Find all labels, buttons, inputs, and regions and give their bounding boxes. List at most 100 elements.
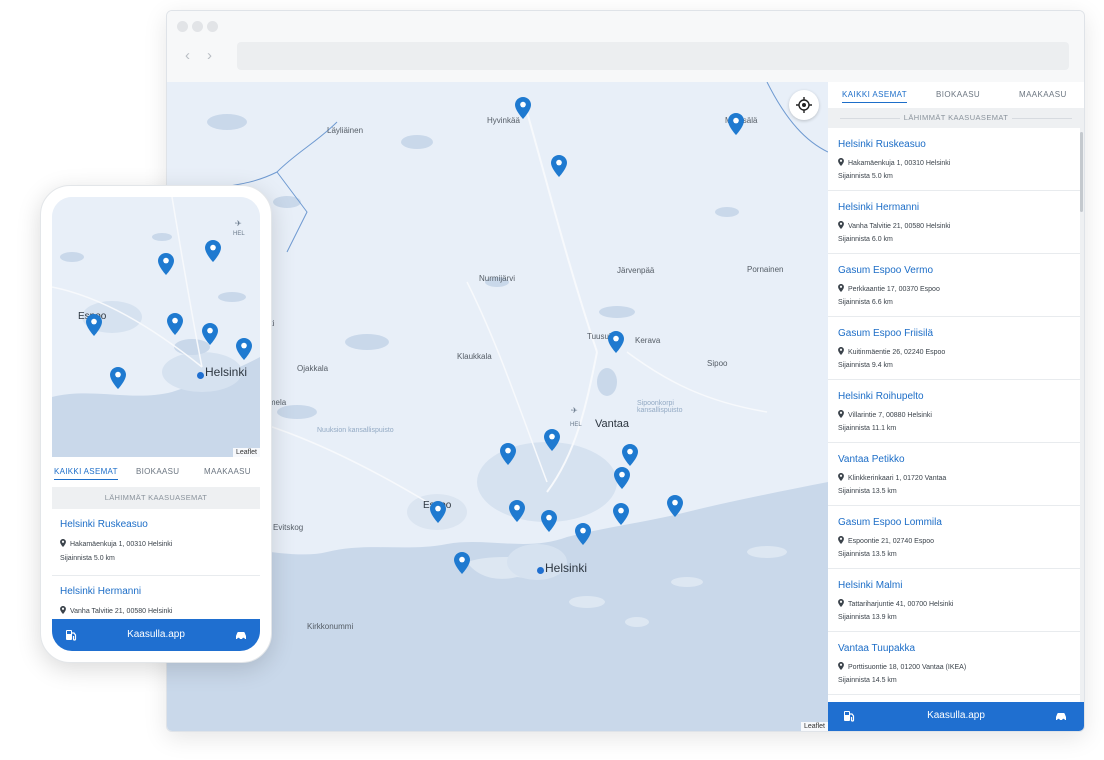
map-pin-icon[interactable] [500, 443, 516, 465]
address-bar[interactable] [237, 42, 1069, 70]
map-pin-icon [60, 539, 66, 547]
map-pin-icon[interactable] [541, 510, 557, 532]
station-distance: Sijainnista 13.5 km [838, 488, 897, 495]
map-pin-icon[interactable] [544, 429, 560, 451]
phone-station-list[interactable]: Helsinki Ruskeasuo Hakamäenkuja 1, 00310… [52, 509, 260, 619]
station-name[interactable]: Helsinki Ruskeasuo [838, 139, 926, 150]
station-address-text: Hakamäenkuja 1, 00310 Helsinki [848, 160, 951, 167]
map-pin-icon [838, 599, 844, 607]
station-address: Kuitinmäentie 26, 02240 Espoo [838, 347, 945, 356]
window-close-dot[interactable] [177, 21, 188, 32]
map-pin-icon [838, 347, 844, 355]
station-name[interactable]: Gasum Espoo Friisilä [838, 328, 933, 339]
section-title: LÄHIMMÄT KAASUASEMAT [828, 108, 1084, 128]
app-footer-bar: Kaasulla.app [828, 702, 1084, 731]
station-name[interactable]: Gasum Espoo Vermo [838, 265, 933, 276]
window-maximize-dot[interactable] [207, 21, 218, 32]
map-pin-icon[interactable] [509, 500, 525, 522]
station-list[interactable]: Helsinki Ruskeasuo Hakamäenkuja 1, 00310… [828, 128, 1080, 702]
map-pin-icon[interactable] [551, 155, 567, 177]
phone-map-attribution[interactable]: Leaflet [232, 448, 260, 457]
station-item[interactable]: Gasum Espoo Friisilä Kuitinmäentie 26, 0… [828, 317, 1080, 380]
station-name[interactable]: Helsinki Ruskeasuo [60, 519, 148, 530]
map-pin-icon [838, 473, 844, 481]
map-pin-icon [838, 536, 844, 544]
station-name[interactable]: Helsinki Hermanni [838, 202, 919, 213]
map-pin-icon[interactable] [202, 323, 218, 345]
car-icon[interactable] [1054, 709, 1068, 723]
station-item[interactable]: Vantaa Petikko Klinkkerinkaari 1, 01720 … [828, 443, 1080, 506]
station-address: Tattariharjuntie 41, 00700 Helsinki [838, 599, 953, 608]
station-name[interactable]: Vantaa Tuupakka [838, 643, 915, 654]
crosshair-icon [796, 97, 812, 113]
station-address-text: Kuitinmäentie 26, 02240 Espoo [848, 349, 946, 356]
station-address-text: Vanha Talvitie 21, 00580 Helsinki [70, 608, 173, 615]
station-item[interactable]: Helsinki Hermanni Vanha Talvitie 21, 005… [52, 576, 260, 619]
station-name[interactable]: Gasum Espoo Lommila [838, 517, 942, 528]
map-pin-icon[interactable] [158, 253, 174, 275]
station-address: Perkkaantie 17, 00370 Espoo [838, 284, 940, 293]
car-icon[interactable] [234, 628, 248, 642]
station-item[interactable]: Gasum Espoo Lommila Espoontie 21, 02740 … [828, 506, 1080, 569]
map-pin-icon[interactable] [454, 552, 470, 574]
tab-natural-gas[interactable]: MAAKAASU [1019, 90, 1067, 99]
phone-app-title[interactable]: Kaasulla.app [52, 629, 260, 640]
forward-arrow-icon[interactable]: › [207, 48, 212, 63]
map-pin-icon[interactable] [614, 467, 630, 489]
map-pin-icon[interactable] [667, 495, 683, 517]
station-item[interactable]: Helsinki Roihupelto Villarintie 7, 00880… [828, 380, 1080, 443]
phone-tab-natural-gas[interactable]: MAAKAASU [204, 467, 251, 476]
station-name[interactable]: Helsinki Malmi [838, 580, 902, 591]
map-label-sipoo: Sipoo [707, 359, 728, 368]
station-address-text: Klinkkerinkaari 1, 01720 Vantaa [848, 475, 947, 482]
station-item[interactable]: Helsinki Ruskeasuo Hakamäenkuja 1, 00310… [52, 509, 260, 576]
map-pin-icon [838, 158, 844, 166]
phone-frame: ✈ HEL Espoo Helsinki Leaflet KAIKKI ASEM… [40, 185, 272, 663]
map-pin-icon[interactable] [167, 313, 183, 335]
station-address: Hakamäenkuja 1, 00310 Helsinki [60, 539, 172, 548]
phone-tab-biogas[interactable]: BIOKAASU [136, 467, 179, 476]
station-distance: Sijainnista 14.5 km [838, 677, 897, 684]
map-pin-icon [838, 410, 844, 418]
station-name[interactable]: Vantaa Petikko [838, 454, 905, 465]
phone-tab-all-stations[interactable]: KAIKKI ASEMAT [54, 467, 118, 480]
map-pin-icon[interactable] [613, 503, 629, 525]
map-pin-icon [838, 662, 844, 670]
map-label-jarvenpaa: Järvenpää [617, 266, 655, 275]
map-pin-icon[interactable] [575, 523, 591, 545]
station-distance: Sijainnista 11.1 km [838, 425, 897, 432]
map-pin-icon [838, 221, 844, 229]
map-pin-icon[interactable] [236, 338, 252, 360]
station-address: Klinkkerinkaari 1, 01720 Vantaa [838, 473, 946, 482]
map-pin-icon[interactable] [110, 367, 126, 389]
station-panel: KAIKKI ASEMAT BIOKAASU MAAKAASU LÄHIMMÄT… [828, 82, 1084, 731]
map-pin-icon[interactable] [622, 444, 638, 466]
map-pin-icon[interactable] [430, 501, 446, 523]
station-item[interactable]: Helsinki Hermanni Vanha Talvitie 21, 005… [828, 191, 1080, 254]
tab-all-stations[interactable]: KAIKKI ASEMAT [842, 90, 908, 103]
window-minimize-dot[interactable] [192, 21, 203, 32]
list-scrollbar-thumb[interactable] [1080, 132, 1083, 212]
list-scrollbar-track[interactable] [1080, 128, 1084, 702]
tab-biogas[interactable]: BIOKAASU [936, 90, 980, 99]
airplane-icon: ✈ [235, 219, 242, 228]
map-pin-icon[interactable] [86, 314, 102, 336]
station-address: Espoontie 21, 02740 Espoo [838, 536, 934, 545]
map-pin-icon [60, 606, 66, 614]
phone-map-view[interactable]: ✈ HEL Espoo Helsinki Leaflet [52, 197, 260, 457]
station-item[interactable]: Vantaa Tuupakka Porttisuontie 18, 01200 … [828, 632, 1080, 695]
map-pin-icon[interactable] [205, 240, 221, 262]
station-name[interactable]: Helsinki Roihupelto [838, 391, 924, 402]
map-attribution[interactable]: Leaflet [800, 722, 828, 731]
map-pin-icon[interactable] [608, 331, 624, 353]
station-name[interactable]: Helsinki Hermanni [60, 586, 141, 597]
back-arrow-icon[interactable]: ‹ [185, 48, 190, 63]
station-item[interactable]: Gasum Espoo Vermo Perkkaantie 17, 00370 … [828, 254, 1080, 317]
station-item[interactable]: Helsinki Ruskeasuo Hakamäenkuja 1, 00310… [828, 128, 1080, 191]
station-item[interactable]: Helsinki Malmi Tattariharjuntie 41, 0070… [828, 569, 1080, 632]
locate-me-button[interactable] [789, 90, 819, 120]
map-label-kerava: Kerava [635, 336, 661, 345]
map-pin-icon[interactable] [728, 113, 744, 135]
app-title[interactable]: Kaasulla.app [828, 710, 1084, 721]
map-pin-icon[interactable] [515, 97, 531, 119]
